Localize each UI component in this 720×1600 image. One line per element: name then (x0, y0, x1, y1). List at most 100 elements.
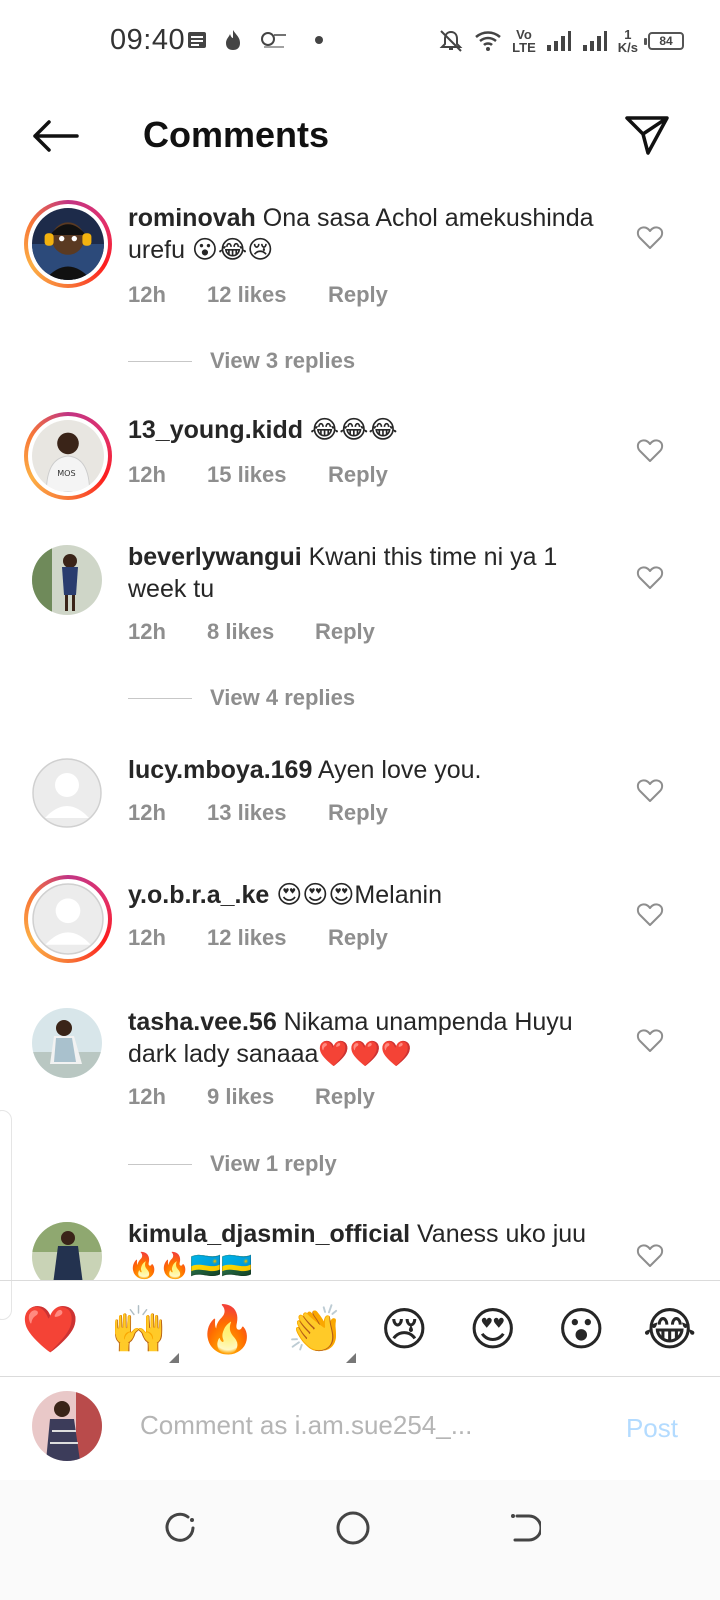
back-nav-icon (511, 1514, 541, 1542)
reply-button[interactable]: Reply (315, 1084, 375, 1110)
skin-tone-indicator (345, 1352, 356, 1363)
comments-list[interactable]: rominovah Ona sasa Achol amekushinda ure… (0, 190, 720, 1280)
heart-icon[interactable] (636, 777, 664, 805)
view-replies-label[interactable]: View 4 replies (210, 685, 355, 711)
skin-tone-indicator (168, 1352, 179, 1363)
recent-apps-button[interactable] (156, 1504, 204, 1552)
emoji-fire-button[interactable]: 🔥 (197, 1299, 257, 1359)
emoji-heart-button[interactable]: ❤️ (20, 1299, 80, 1359)
comment-message: Ayen love you. (312, 756, 482, 784)
emoji-fire: 🔥 (198, 1301, 256, 1356)
avatar-image (32, 1222, 102, 1280)
flame-app-icon (222, 28, 244, 52)
emoji-heart-eyes-button[interactable]: 😍 (463, 1299, 523, 1359)
comment-username[interactable]: y.o.b.r.a_.ke (128, 881, 269, 909)
comment-likes[interactable]: 9 likes (207, 1084, 315, 1110)
replies-divider (128, 360, 192, 362)
avatar[interactable] (32, 758, 102, 828)
story-ring (24, 200, 112, 288)
emoji-crying: 😢 (380, 1301, 429, 1356)
comment-username[interactable]: 13_young.kidd (128, 416, 303, 444)
heart-icon[interactable] (636, 1027, 664, 1055)
comment-meta: 12h 15 likes Reply (128, 462, 388, 488)
comment-meta: 12h 9 likes Reply (128, 1084, 375, 1110)
status-time: 09:40 (110, 24, 186, 56)
post-button[interactable]: Post (626, 1413, 678, 1444)
heart-icon[interactable] (636, 1242, 664, 1270)
comment-text: lucy.mboya.169 Ayen love you. (128, 754, 618, 786)
avatar[interactable] (24, 200, 112, 288)
comment-likes[interactable]: 15 likes (207, 462, 328, 488)
view-replies-button[interactable]: View 3 replies (128, 348, 355, 374)
view-replies-button[interactable]: View 1 reply (128, 1151, 337, 1177)
share-button[interactable] (622, 110, 672, 160)
default-avatar-icon (32, 758, 102, 828)
replies-divider (128, 697, 192, 699)
comment-likes[interactable]: 12 likes (207, 282, 328, 308)
comment-time: 12h (128, 925, 166, 950)
heart-icon[interactable] (636, 564, 664, 592)
status-right-icons: Vo LTE 1 K/s 84 (438, 24, 684, 58)
avatar[interactable] (24, 875, 112, 963)
dot-icon (314, 35, 324, 45)
comment-meta: 12h 13 likes Reply (128, 800, 388, 826)
emoji-surprised-button[interactable]: 😮 (551, 1299, 611, 1359)
comment-time: 12h (128, 1084, 166, 1109)
emoji-raised-hands: 🙌 (110, 1301, 168, 1356)
emoji-heart: ❤️ (21, 1301, 79, 1356)
emoji-clap-button[interactable]: 👏 (286, 1299, 356, 1363)
system-nav-bar (0, 1480, 720, 1600)
comment-username[interactable]: rominovah (128, 204, 256, 232)
emoji-raised-hands-button[interactable]: 🙌 (109, 1299, 179, 1363)
comment-time: 12h (128, 619, 166, 644)
battery-icon: 84 (644, 32, 684, 50)
reply-button[interactable]: Reply (328, 925, 388, 951)
comment-likes[interactable]: 13 likes (207, 800, 328, 826)
status-left-icons (186, 24, 324, 56)
comment-text: 13_young.kidd 😂😂😂 (128, 414, 618, 446)
comment-input[interactable] (140, 1405, 580, 1445)
my-avatar[interactable] (32, 1391, 102, 1461)
reply-button[interactable]: Reply (328, 282, 388, 308)
comments-header: Comments (0, 100, 720, 172)
comment-meta: 12h 12 likes Reply (128, 925, 388, 951)
heart-icon[interactable] (636, 901, 664, 929)
emoji-laughing-button[interactable]: 😂 (640, 1299, 700, 1359)
avatar-image: MOS (32, 420, 104, 492)
home-button[interactable] (329, 1504, 377, 1552)
comment-username[interactable]: lucy.mboya.169 (128, 756, 312, 784)
reply-button[interactable]: Reply (328, 462, 388, 488)
avatar[interactable]: MOS (24, 412, 112, 500)
comment-message: 😂😂😂 (303, 416, 398, 444)
heart-icon[interactable] (636, 437, 664, 465)
home-icon (336, 1511, 370, 1545)
avatar[interactable] (32, 1222, 102, 1280)
safaricom-icon (258, 29, 290, 51)
comment-username[interactable]: beverlywangui (128, 543, 302, 571)
heart-icon[interactable] (636, 224, 664, 252)
paper-plane-icon (625, 116, 669, 155)
back-nav-button[interactable] (500, 1504, 548, 1552)
reply-button[interactable]: Reply (328, 800, 388, 826)
view-replies-label[interactable]: View 1 reply (210, 1151, 337, 1177)
comment-likes[interactable]: 8 likes (207, 619, 315, 645)
comment-text: kimula_djasmin_official Vaness uko juu 🔥… (128, 1218, 618, 1280)
comment-username[interactable]: tasha.vee.56 (128, 1008, 277, 1036)
reply-button[interactable]: Reply (315, 619, 375, 645)
arrow-left-icon (33, 120, 79, 152)
avatar[interactable] (32, 545, 102, 615)
avatar-image (32, 1391, 102, 1461)
comment-username[interactable]: kimula_djasmin_official (128, 1220, 410, 1248)
emoji-crying-button[interactable]: 😢 (374, 1299, 434, 1359)
avatar[interactable] (32, 1008, 102, 1078)
replies-divider (128, 1163, 192, 1165)
avatar-image (32, 1008, 102, 1078)
signal-icon-2 (582, 30, 608, 52)
status-bar: 09:40 Vo LTE 1 K/s 84 (0, 0, 720, 80)
view-replies-button[interactable]: View 4 replies (128, 685, 355, 711)
comment-composer: Post (0, 1376, 720, 1480)
comment-meta: 12h 8 likes Reply (128, 619, 375, 645)
comment-likes[interactable]: 12 likes (207, 925, 328, 951)
back-button[interactable] (30, 114, 80, 158)
view-replies-label[interactable]: View 3 replies (210, 348, 355, 374)
